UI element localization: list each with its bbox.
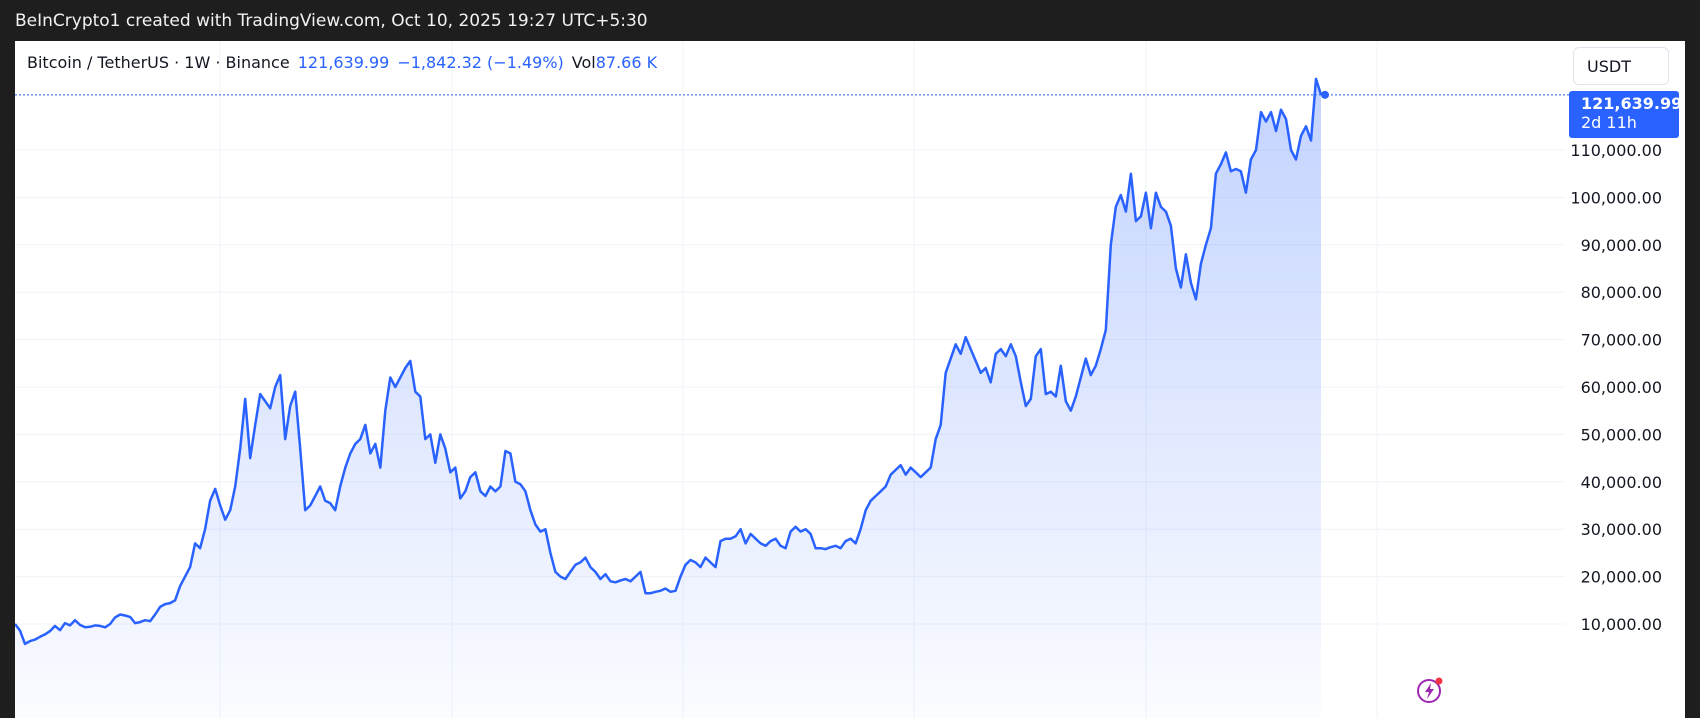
y-tick-label: 20,000.00 bbox=[1581, 568, 1662, 587]
y-axis[interactable]: 10,000.00 20,000.00 30,000.00 40,000.00 50,0… bbox=[1570, 141, 1662, 634]
symbol-legend: Bitcoin / TetherUS · 1W · Binance 121,639… bbox=[27, 53, 657, 72]
y-tick-label: 60,000.00 bbox=[1581, 378, 1662, 397]
symbol-name[interactable]: Bitcoin / TetherUS · 1W · Binance bbox=[27, 53, 290, 72]
legend-change: −1,842.32 (−1.49%) bbox=[397, 53, 564, 72]
chart-panel[interactable]: 10,000.00 20,000.00 30,000.00 40,000.00 50,0… bbox=[15, 41, 1685, 718]
volume-label: Vol bbox=[571, 53, 596, 72]
series-area bbox=[15, 78, 1321, 718]
y-tick-label: 90,000.00 bbox=[1581, 236, 1662, 255]
y-tick-label: 30,000.00 bbox=[1581, 520, 1662, 539]
y-tick-label: 10,000.00 bbox=[1581, 615, 1662, 634]
header-bar: BeInCrypto1 created with TradingView.com… bbox=[0, 0, 1700, 41]
y-tick-label: 110,000.00 bbox=[1570, 141, 1662, 160]
last-price-value: 121,639.99 bbox=[1581, 94, 1683, 113]
bar-countdown: 2d 11h bbox=[1581, 113, 1637, 132]
legend-price: 121,639.99 bbox=[297, 53, 390, 72]
y-tick-label: 80,000.00 bbox=[1581, 283, 1662, 302]
currency-unit-button[interactable]: USDT bbox=[1573, 47, 1669, 85]
y-tick-label: 100,000.00 bbox=[1570, 188, 1662, 207]
y-tick-label: 50,000.00 bbox=[1581, 425, 1662, 444]
lightning-icon[interactable] bbox=[1416, 676, 1444, 704]
price-chart[interactable]: 10,000.00 20,000.00 30,000.00 40,000.00 50,0… bbox=[15, 41, 1685, 718]
header-title: BeInCrypto1 created with TradingView.com… bbox=[15, 11, 648, 31]
volume-value: 87.66 K bbox=[595, 53, 658, 72]
y-tick-label: 70,000.00 bbox=[1581, 331, 1662, 350]
last-price-tag: 121,639.99 2d 11h bbox=[1569, 91, 1683, 138]
y-tick-label: 40,000.00 bbox=[1581, 473, 1662, 492]
last-price-dot bbox=[1321, 90, 1329, 99]
